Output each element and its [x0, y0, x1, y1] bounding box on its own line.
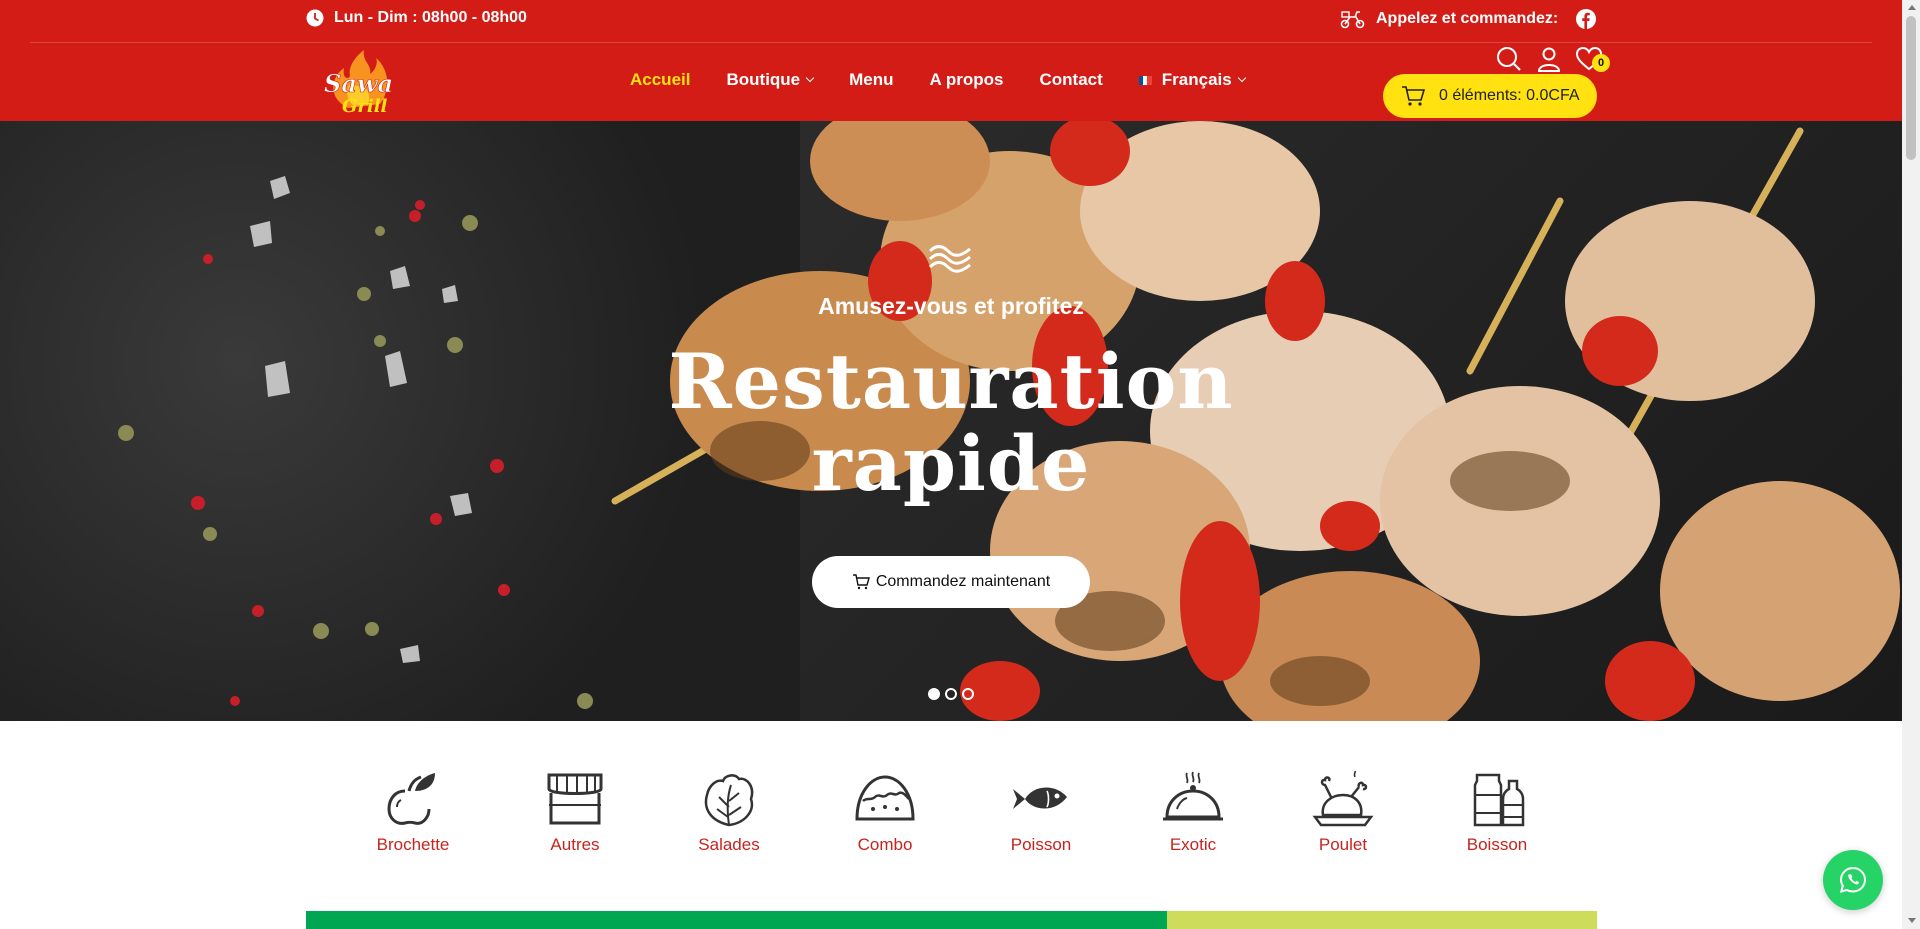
waves-icon — [928, 245, 971, 273]
category-poulet[interactable]: Poulet — [1283, 771, 1403, 855]
slide-dot-2[interactable] — [945, 688, 957, 700]
cart-button[interactable]: 0 éléments: 0.0CFA — [1383, 74, 1597, 118]
order-now-button[interactable]: Commandez maintenant — [812, 556, 1090, 608]
bottles-icon — [1473, 773, 1525, 827]
nav-accueil-label: Accueil — [630, 70, 691, 89]
category-label: Poulet — [1318, 835, 1368, 854]
nav-contact[interactable]: Contact — [1040, 70, 1103, 90]
call-to-order[interactable]: Appelez et commandez: — [1340, 9, 1597, 29]
category-list: Brochette Autres Salades Combo Poisson E… — [0, 721, 1902, 929]
category-label: Salades — [698, 835, 760, 854]
chevron-down-icon — [805, 73, 815, 83]
category-label: Exotic — [1169, 835, 1217, 854]
delivery-scooter-icon — [1340, 11, 1365, 29]
cart-summary: 0 éléments: 0.0CFA — [1439, 87, 1580, 104]
order-now-label: Commandez maintenant — [875, 573, 1051, 590]
category-salades[interactable]: Salades — [669, 771, 789, 855]
category-exotic[interactable]: Exotic — [1133, 771, 1253, 855]
shopping-cart-icon — [1402, 86, 1425, 106]
main-nav: Accueil Boutique Menu A propos Contact F… — [630, 70, 1281, 90]
language-switcher[interactable]: Français — [1138, 70, 1246, 90]
site-logo[interactable]: Sawa Grill — [318, 48, 402, 118]
category-label: Brochette — [376, 835, 450, 854]
wishlist-icon[interactable]: 0 — [1575, 46, 1610, 72]
clock-icon — [306, 9, 324, 27]
nav-boutique[interactable]: Boutique — [726, 70, 815, 90]
nav-a-propos[interactable]: A propos — [930, 70, 1004, 90]
promo-banner-green — [306, 911, 1167, 929]
category-autres[interactable]: Autres — [515, 771, 635, 855]
promo-banner-yellow — [1167, 911, 1597, 929]
category-poisson[interactable]: Poisson — [981, 771, 1101, 855]
facebook-icon[interactable] — [1576, 9, 1597, 29]
whatsapp-icon — [1839, 866, 1867, 893]
scrollbar-thumb[interactable] — [1906, 16, 1916, 160]
nav-accueil[interactable]: Accueil — [630, 70, 690, 90]
category-brochette[interactable]: Brochette — [353, 771, 473, 855]
page-scrollbar[interactable] — [1902, 0, 1920, 929]
lettuce-icon — [704, 774, 754, 827]
whatsapp-chat-button[interactable] — [1823, 850, 1883, 910]
nav-menu-label: Menu — [849, 70, 894, 89]
opening-hours-text: Lun - Dim : 08h00 - 08h00 — [334, 9, 527, 26]
hero-title-line-2: rapide — [811, 419, 1091, 508]
taco-icon — [855, 775, 915, 821]
category-boisson[interactable]: Boisson — [1437, 771, 1557, 855]
hero-content: Amusez-vous et profitez Restauration rap… — [0, 121, 1902, 721]
hero-title-line-1: Restauration — [668, 337, 1234, 426]
shop-icon — [547, 773, 603, 825]
category-label: Boisson — [1466, 835, 1528, 854]
cloche-icon — [1163, 771, 1223, 821]
nav-a-propos-label: A propos — [929, 70, 1004, 89]
nav-contact-label: Contact — [1039, 70, 1103, 89]
svg-text:Sawa: Sawa — [324, 69, 393, 98]
call-label: Appelez et commandez: — [1376, 10, 1559, 27]
roast-chicken-icon — [1312, 771, 1374, 827]
search-icon[interactable] — [1496, 46, 1522, 72]
slide-dot-3[interactable] — [962, 688, 974, 700]
user-account-icon[interactable] — [1536, 46, 1562, 72]
nav-boutique-label: Boutique — [726, 70, 801, 89]
svg-text:Grill: Grill — [342, 96, 388, 117]
fish-icon — [1013, 787, 1067, 809]
nav-menu[interactable]: Menu — [849, 70, 893, 90]
header-icons: 0 — [1496, 46, 1610, 72]
hero-slider: Amusez-vous et profitez Restauration rap… — [0, 121, 1902, 721]
slider-pagination — [928, 688, 974, 700]
slide-dot-1[interactable] — [928, 688, 940, 700]
scroll-down-arrow-icon[interactable] — [1908, 918, 1916, 923]
opening-hours: Lun - Dim : 08h00 - 08h00 — [306, 9, 527, 27]
site-header: Lun - Dim : 08h00 - 08h00 Appelez et com… — [0, 0, 1902, 121]
hero-kicker: Amusez-vous et profitez — [818, 293, 1084, 319]
category-combo[interactable]: Combo — [825, 771, 945, 855]
chevron-down-icon — [1237, 73, 1246, 83]
apple-icon — [387, 773, 435, 825]
category-label: Poisson — [1010, 835, 1072, 854]
category-label: Autres — [550, 835, 600, 854]
french-flag-icon — [1138, 75, 1152, 85]
scroll-up-arrow-icon[interactable] — [1908, 5, 1916, 10]
header-divider — [30, 42, 1872, 43]
wishlist-count-badge: 0 — [1592, 54, 1610, 72]
shopping-cart-icon — [852, 574, 870, 590]
language-label: Français — [1161, 70, 1232, 89]
category-label: Combo — [857, 835, 913, 854]
hero-title: Restauration rapide — [0, 341, 1902, 505]
